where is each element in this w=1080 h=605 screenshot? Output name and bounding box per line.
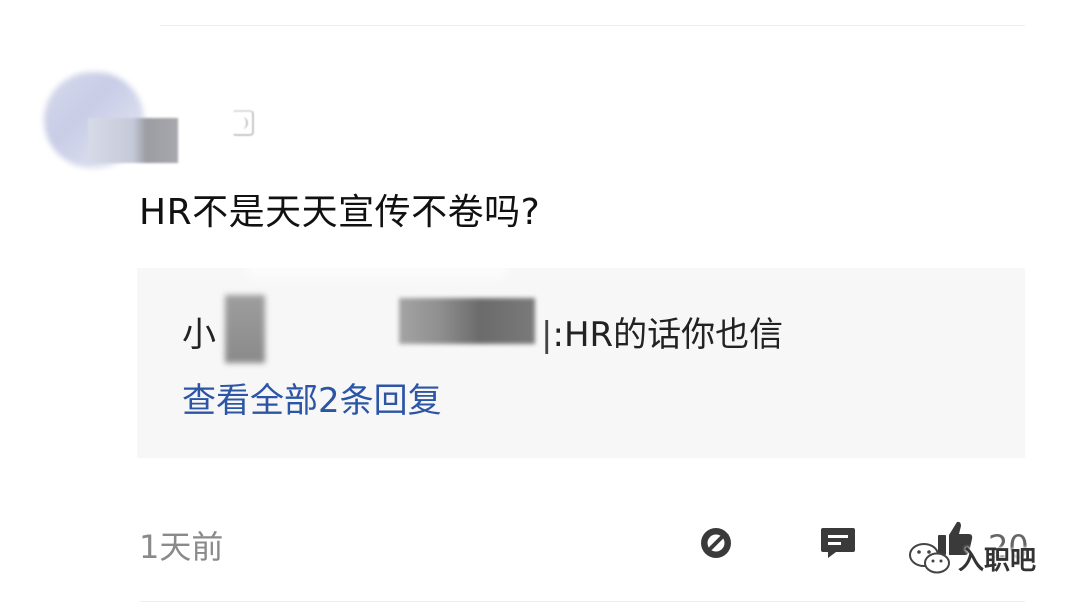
blur-artifact-2: [437, 380, 497, 424]
reply-separator: :: [552, 315, 564, 355]
user-level-badge-icon: [232, 110, 254, 136]
share-arrow-icon[interactable]: [697, 522, 737, 562]
comment-time: 1天前: [139, 528, 224, 566]
comment-bubble-icon[interactable]: [818, 522, 858, 562]
reply-text: |:HR的话你也信: [541, 310, 783, 360]
reply-content: HR的话你也信: [563, 315, 784, 355]
watermark-text: 入职吧: [958, 545, 1037, 576]
watermark: 入职吧: [908, 538, 1036, 578]
blur-artifact: [247, 256, 507, 278]
username-redacted[interactable]: [88, 118, 178, 163]
reply-author-name[interactable]: 小: [182, 310, 216, 360]
bottom-divider: [140, 601, 1025, 602]
reply-preview-box[interactable]: 小 |:HR的话你也信 查看全部2条回复: [137, 256, 1025, 458]
reply-author-redacted: [225, 295, 265, 363]
reply-author-name-end: |: [541, 315, 553, 355]
comment-text: HR不是天天宣传不卷吗?: [139, 192, 541, 233]
comment-page: HR不是天天宣传不卷吗? 小 |:HR的话你也信 查看全部2条回复 1天前 20: [0, 0, 1080, 605]
wechat-logo-icon: [909, 543, 950, 574]
view-all-replies-link[interactable]: 查看全部2条回复: [182, 376, 442, 426]
top-divider: [160, 25, 1025, 26]
reply-author-redacted-2: [399, 298, 535, 344]
